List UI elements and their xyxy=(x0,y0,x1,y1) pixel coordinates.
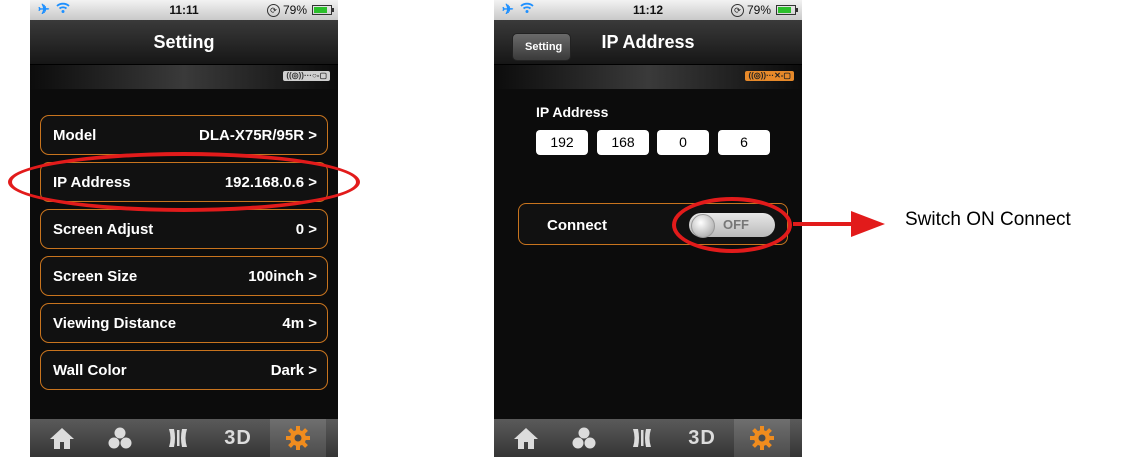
row-screen-adjust[interactable]: Screen Adjust 0 > xyxy=(40,209,328,249)
row-label: Viewing Distance xyxy=(53,315,177,332)
callout-text: Switch ON Connect xyxy=(905,209,1071,230)
colors-icon xyxy=(108,427,132,449)
ip-octet-4-field[interactable]: 6 xyxy=(718,130,770,155)
callout-arrow-line xyxy=(793,222,853,226)
connection-status-icon: ((◎))···○-▢ xyxy=(283,71,330,81)
battery-percent: 79% xyxy=(746,3,771,17)
tab-3d[interactable]: 3D xyxy=(210,419,266,457)
battery-percent: 79% xyxy=(282,3,307,17)
page-title: Setting xyxy=(153,32,215,52)
ip-octet-2-field[interactable]: 168 xyxy=(597,130,649,155)
colors-icon xyxy=(572,427,596,449)
nav-bar: Setting IP Address xyxy=(494,20,802,65)
row-value: DLA-X75R/95R > xyxy=(199,127,317,144)
row-label: Screen Size xyxy=(53,268,138,285)
home-icon xyxy=(50,428,74,449)
row-value: 100inch > xyxy=(248,268,317,285)
tab-bar: 3D xyxy=(494,419,802,457)
ip-address-highlight-ellipse xyxy=(8,152,360,212)
status-right: ⟳ 79% xyxy=(266,3,334,17)
status-bar: ✈ 11:12 ⟳ 79% xyxy=(494,0,802,20)
row-label: Wall Color xyxy=(53,362,127,379)
picture-icon xyxy=(633,429,651,447)
page-title: IP Address xyxy=(601,32,695,52)
row-viewing-distance[interactable]: Viewing Distance 4m > xyxy=(40,303,328,343)
row-screen-size[interactable]: Screen Size 100inch > xyxy=(40,256,328,296)
connection-strip: ((◎))···✕-▢ xyxy=(494,65,802,89)
home-icon xyxy=(514,428,538,449)
toggle-highlight-ellipse xyxy=(672,197,792,253)
status-right: ⟳ 79% xyxy=(730,3,798,17)
nav-bar: Setting xyxy=(30,20,338,65)
row-value: 0 > xyxy=(295,221,317,238)
ip-octet-3-field[interactable]: 0 xyxy=(657,130,709,155)
row-wall-color[interactable]: Wall Color Dark > xyxy=(40,350,328,390)
tab-picture[interactable] xyxy=(614,419,670,457)
tab-settings[interactable] xyxy=(734,419,790,457)
gear-icon xyxy=(750,426,774,450)
tab-picture[interactable] xyxy=(150,419,206,457)
tab-home[interactable] xyxy=(34,419,90,457)
battery-icon xyxy=(312,5,334,15)
row-value: Dark > xyxy=(270,362,317,379)
status-bar: ✈ 11:11 ⟳ 79% xyxy=(30,0,338,20)
row-label: Screen Adjust xyxy=(53,221,154,238)
picture-icon xyxy=(169,429,187,447)
tab-settings[interactable] xyxy=(270,419,326,457)
rotation-lock-icon: ⟳ xyxy=(730,3,744,17)
gear-icon xyxy=(286,426,310,450)
disconnected-status-icon: ((◎))···✕-▢ xyxy=(745,71,794,81)
tab-bar: 3D xyxy=(30,419,338,457)
tab-home[interactable] xyxy=(498,419,554,457)
tab-3d[interactable]: 3D xyxy=(674,419,730,457)
rotation-lock-icon: ⟳ xyxy=(266,3,280,17)
battery-icon xyxy=(776,5,798,15)
ip-address-caption: IP Address xyxy=(536,104,609,120)
connect-label: Connect xyxy=(547,217,607,234)
settings-screen: ✈ 11:11 ⟳ 79% Setting ((◎))···○-▢ Model … xyxy=(30,0,338,457)
tab-colors[interactable] xyxy=(92,419,148,457)
callout-arrow-head xyxy=(851,211,885,237)
row-value: 4m > xyxy=(282,315,317,332)
row-model[interactable]: Model DLA-X75R/95R > xyxy=(40,115,328,155)
connection-strip: ((◎))···○-▢ xyxy=(30,65,338,89)
tab-colors[interactable] xyxy=(556,419,612,457)
row-label: Model xyxy=(53,127,97,144)
ip-octet-1-field[interactable]: 192 xyxy=(536,130,588,155)
